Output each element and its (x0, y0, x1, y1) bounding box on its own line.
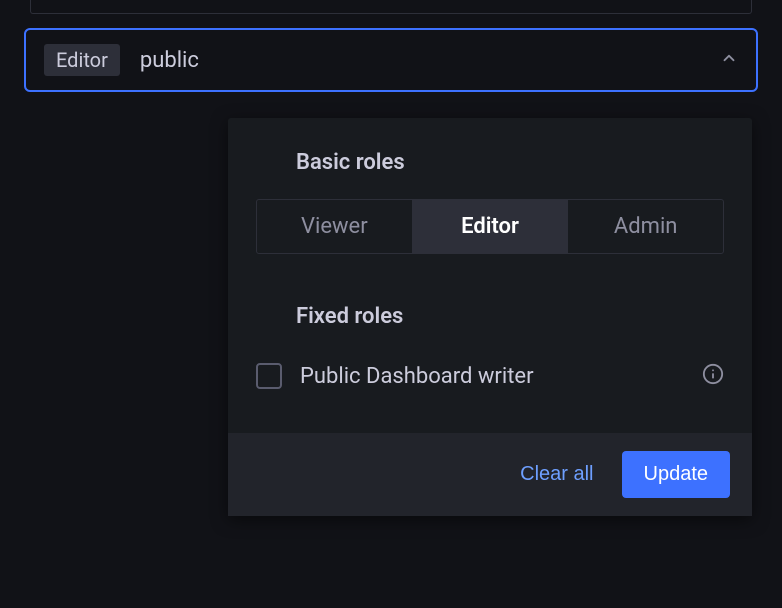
basic-roles-heading: Basic roles (296, 150, 724, 175)
clear-all-button[interactable]: Clear all (520, 463, 593, 486)
role-checkbox[interactable] (256, 363, 282, 389)
fixed-roles-heading: Fixed roles (296, 304, 724, 329)
selected-role-badge: Editor (44, 44, 120, 76)
fixed-role-item[interactable]: Public Dashboard writer (256, 359, 724, 393)
role-dropdown-panel: Basic roles Viewer Editor Admin Fixed ro… (228, 118, 752, 516)
previous-field-partial (30, 0, 752, 14)
basic-roles-tabs: Viewer Editor Admin (256, 199, 724, 254)
role-tab-admin[interactable]: Admin (568, 200, 723, 253)
info-icon[interactable] (702, 363, 724, 389)
role-item-label: Public Dashboard writer (300, 364, 684, 389)
role-search-input[interactable] (140, 48, 700, 73)
update-button[interactable]: Update (622, 451, 731, 498)
chevron-up-icon[interactable] (720, 49, 738, 71)
role-selector[interactable]: Editor (24, 28, 758, 92)
role-tab-viewer[interactable]: Viewer (257, 200, 413, 253)
role-tab-editor[interactable]: Editor (413, 200, 569, 253)
dropdown-footer: Clear all Update (228, 433, 752, 516)
